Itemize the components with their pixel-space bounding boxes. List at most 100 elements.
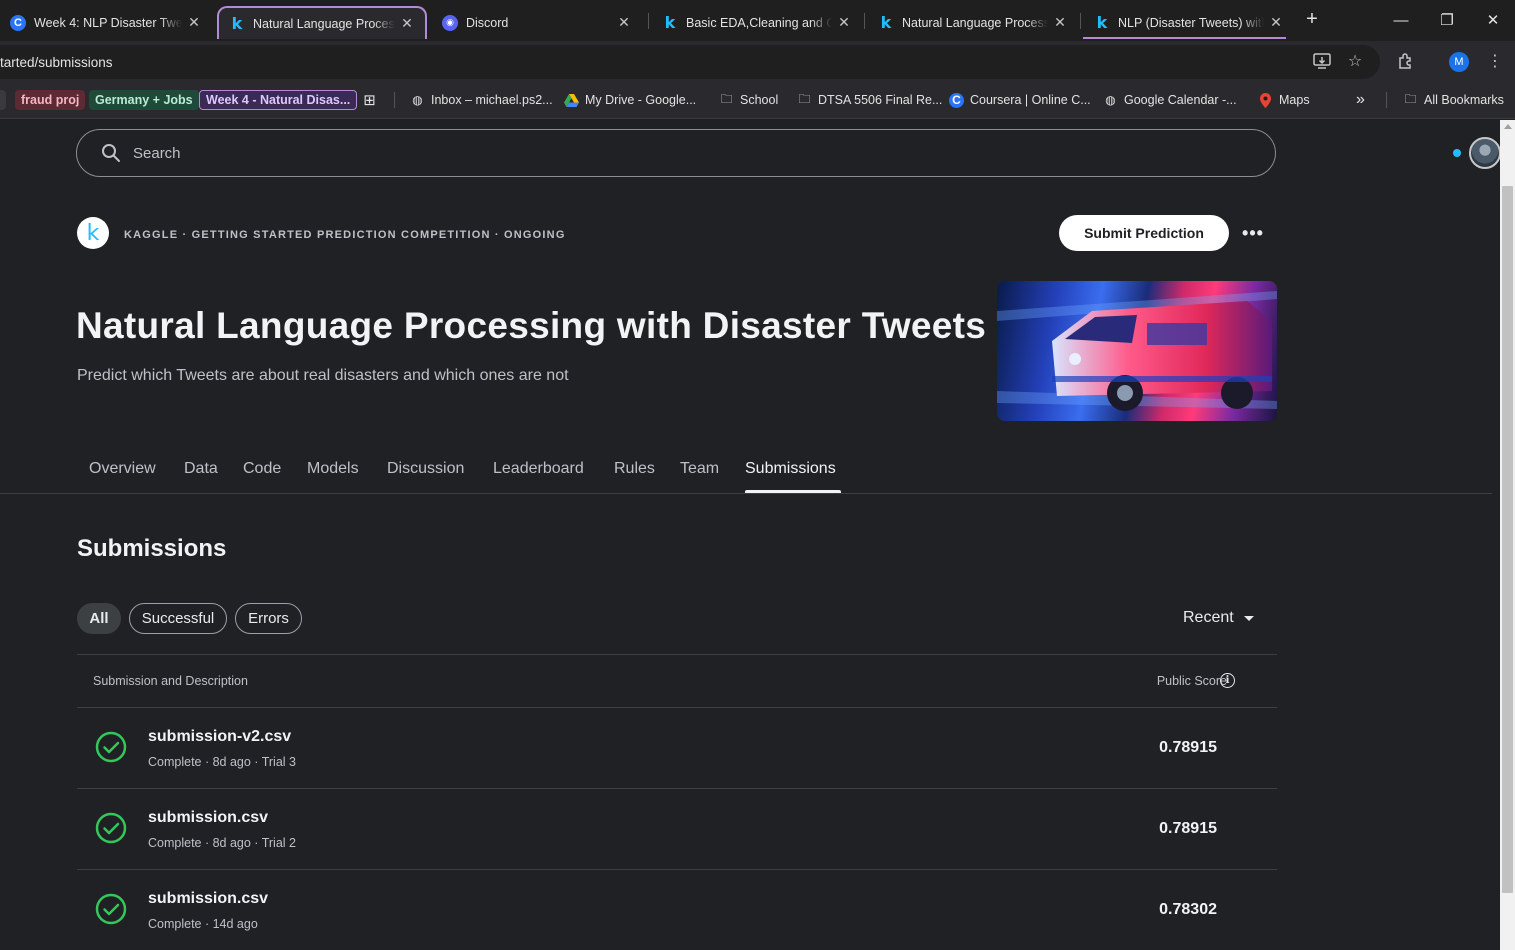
bookmark-inbox[interactable]: ◍ Inbox – michael.ps2...	[410, 89, 553, 111]
table-row[interactable]: submission.csv Complete · 8d ago · Trial…	[77, 789, 1277, 870]
browser-menu-icon[interactable]: ⋮	[1484, 50, 1506, 72]
bookmark-all-bookmarks[interactable]: 🗀 All Bookmarks	[1403, 89, 1503, 111]
submissions-table: Submission and Description Public Score …	[77, 654, 1277, 950]
bookmark-germany-jobs[interactable]: Germany + Jobs	[89, 89, 199, 111]
info-icon[interactable]: i	[1220, 673, 1235, 688]
submission-filename[interactable]: submission.csv	[148, 890, 268, 908]
browser-tab-5[interactable]: k Natural Language Processing ✕	[868, 6, 1078, 39]
bookmark-google-calendar[interactable]: ◍ Google Calendar -...	[1103, 89, 1237, 111]
tab-submissions[interactable]: Submissions	[745, 460, 836, 478]
close-icon[interactable]: ✕	[836, 14, 852, 31]
filter-successful-button[interactable]: Successful	[129, 603, 227, 634]
browser-tab-2[interactable]: k Natural Language Processing ✕	[217, 6, 427, 39]
success-check-icon	[95, 893, 127, 925]
address-bar[interactable]: tarted/submissions	[0, 45, 1380, 79]
filter-all-button[interactable]: All	[77, 603, 121, 634]
close-icon[interactable]: ✕	[186, 14, 202, 31]
kaggle-icon: k	[231, 14, 243, 33]
more-options-icon[interactable]: •••	[1240, 220, 1266, 246]
submission-description: Complete · 14d ago	[148, 917, 258, 931]
submit-prediction-button[interactable]: Submit Prediction	[1059, 215, 1229, 251]
globe-icon: ◍	[412, 93, 423, 107]
coursera-icon: C	[949, 92, 964, 108]
tab-group-indicator	[1083, 37, 1286, 39]
scroll-up-icon[interactable]	[1504, 124, 1512, 129]
bookmarks-bar: fraud proj Germany + Jobs Week 4 - Natur…	[0, 81, 1515, 119]
submission-filename[interactable]: submission.csv	[148, 809, 268, 827]
close-icon[interactable]: ✕	[616, 14, 632, 31]
browser-tab-strip: C Week 4: NLP Disaster Tweets ✕ k Natura…	[0, 0, 1515, 41]
tab-leaderboard[interactable]: Leaderboard	[493, 460, 584, 478]
tab-label: Natural Language Processing	[902, 15, 1048, 30]
bookmark-label: My Drive - Google...	[585, 93, 697, 107]
section-title: Submissions	[77, 535, 227, 562]
search-bar[interactable]	[76, 129, 1276, 177]
avatar[interactable]	[1469, 137, 1500, 169]
install-app-icon[interactable]	[1311, 50, 1333, 72]
minimize-icon[interactable]: —	[1378, 8, 1424, 32]
bookmark-label: Maps	[1279, 93, 1310, 107]
browser-tab-1[interactable]: C Week 4: NLP Disaster Tweets ✕	[0, 6, 212, 39]
browser-tab-3[interactable]: ◉ Discord ✕	[432, 6, 642, 39]
tab-discussion[interactable]: Discussion	[387, 460, 464, 478]
extensions-icon[interactable]	[1395, 50, 1417, 72]
close-icon[interactable]: ✕	[399, 15, 415, 32]
submission-filename[interactable]: submission-v2.csv	[148, 728, 291, 746]
tab-label: Natural Language Processing	[253, 16, 395, 31]
tab-divider	[1080, 13, 1081, 29]
search-input[interactable]	[133, 144, 1033, 162]
bookmark-label: Inbox – michael.ps2...	[431, 93, 553, 107]
bookmark-star-icon[interactable]: ☆	[1344, 50, 1366, 72]
folder-icon: 🗀	[720, 91, 733, 106]
browser-tab-4[interactable]: k Basic EDA,Cleaning and GloVe ✕	[652, 6, 862, 39]
bookmark-fraud-proj[interactable]: fraud proj	[15, 89, 86, 111]
page-subtitle: Predict which Tweets are about real disa…	[77, 367, 569, 384]
folder-icon: 🗀	[798, 91, 811, 106]
url-text: tarted/submissions	[0, 55, 113, 70]
scroll-thumb[interactable]	[1502, 186, 1513, 893]
apps-grid-icon[interactable]: ⊞	[362, 89, 383, 111]
bookmark-my-drive[interactable]: My Drive - Google...	[564, 89, 696, 111]
bookmark-school[interactable]: 🗀 School	[719, 89, 778, 111]
filter-errors-button[interactable]: Errors	[235, 603, 302, 634]
tab-team[interactable]: Team	[680, 460, 719, 478]
tab-label: NLP (Disaster Tweets) with	[1118, 15, 1264, 30]
page-scrollbar[interactable]	[1500, 120, 1515, 950]
competition-nav: Overview Data Code Models Discussion Lea…	[0, 450, 1492, 494]
close-window-icon[interactable]: ✕	[1470, 8, 1515, 32]
bookmark-label: Google Calendar -...	[1124, 93, 1237, 107]
restore-icon[interactable]: ❐	[1424, 8, 1470, 32]
sort-label: Recent	[1183, 609, 1234, 626]
page-title: Natural Language Processing with Disaste…	[76, 305, 987, 346]
tab-rules[interactable]: Rules	[614, 460, 655, 478]
new-tab-button[interactable]: +	[1300, 9, 1324, 31]
close-icon[interactable]: ✕	[1052, 14, 1068, 31]
success-check-icon	[95, 812, 127, 844]
bookmark-label: fraud proj	[15, 90, 86, 110]
bookmark-coursera[interactable]: C Coursera | Online C...	[949, 89, 1091, 111]
sort-dropdown[interactable]: Recent	[1183, 609, 1254, 627]
tab-data[interactable]: Data	[184, 460, 218, 478]
kaggle-page: k KAGGLE · GETTING STARTED PREDICTION CO…	[0, 120, 1500, 950]
browser-tab-6[interactable]: k NLP (Disaster Tweets) with ✕	[1084, 6, 1294, 39]
kaggle-icon: k	[664, 13, 676, 32]
browser-profile-avatar[interactable]: M	[1449, 52, 1469, 72]
bookmark-dtsa[interactable]: 🗀 DTSA 5506 Final Re...	[797, 89, 942, 111]
bookmark-week4[interactable]: Week 4 - Natural Disas...	[199, 89, 358, 111]
tab-divider	[648, 13, 649, 29]
bookmarks-overflow-icon[interactable]: »	[1356, 89, 1365, 111]
discord-icon: ◉	[442, 14, 458, 31]
tab-models[interactable]: Models	[307, 460, 359, 478]
submission-description: Complete · 8d ago · Trial 2	[148, 836, 296, 850]
kaggle-logo-icon[interactable]: k	[77, 217, 109, 249]
tab-overview[interactable]: Overview	[89, 460, 156, 478]
tab-divider	[864, 13, 865, 29]
tab-code[interactable]: Code	[243, 460, 281, 478]
bookmark-maps[interactable]: Maps	[1258, 89, 1310, 111]
competition-header-image	[997, 281, 1277, 421]
table-row[interactable]: submission.csv Complete · 14d ago 0.7830…	[77, 870, 1277, 950]
notification-dot	[1453, 149, 1461, 157]
table-row[interactable]: submission-v2.csv Complete · 8d ago · Tr…	[77, 708, 1277, 789]
bookmark-divider	[394, 92, 395, 108]
close-icon[interactable]: ✕	[1268, 14, 1284, 31]
